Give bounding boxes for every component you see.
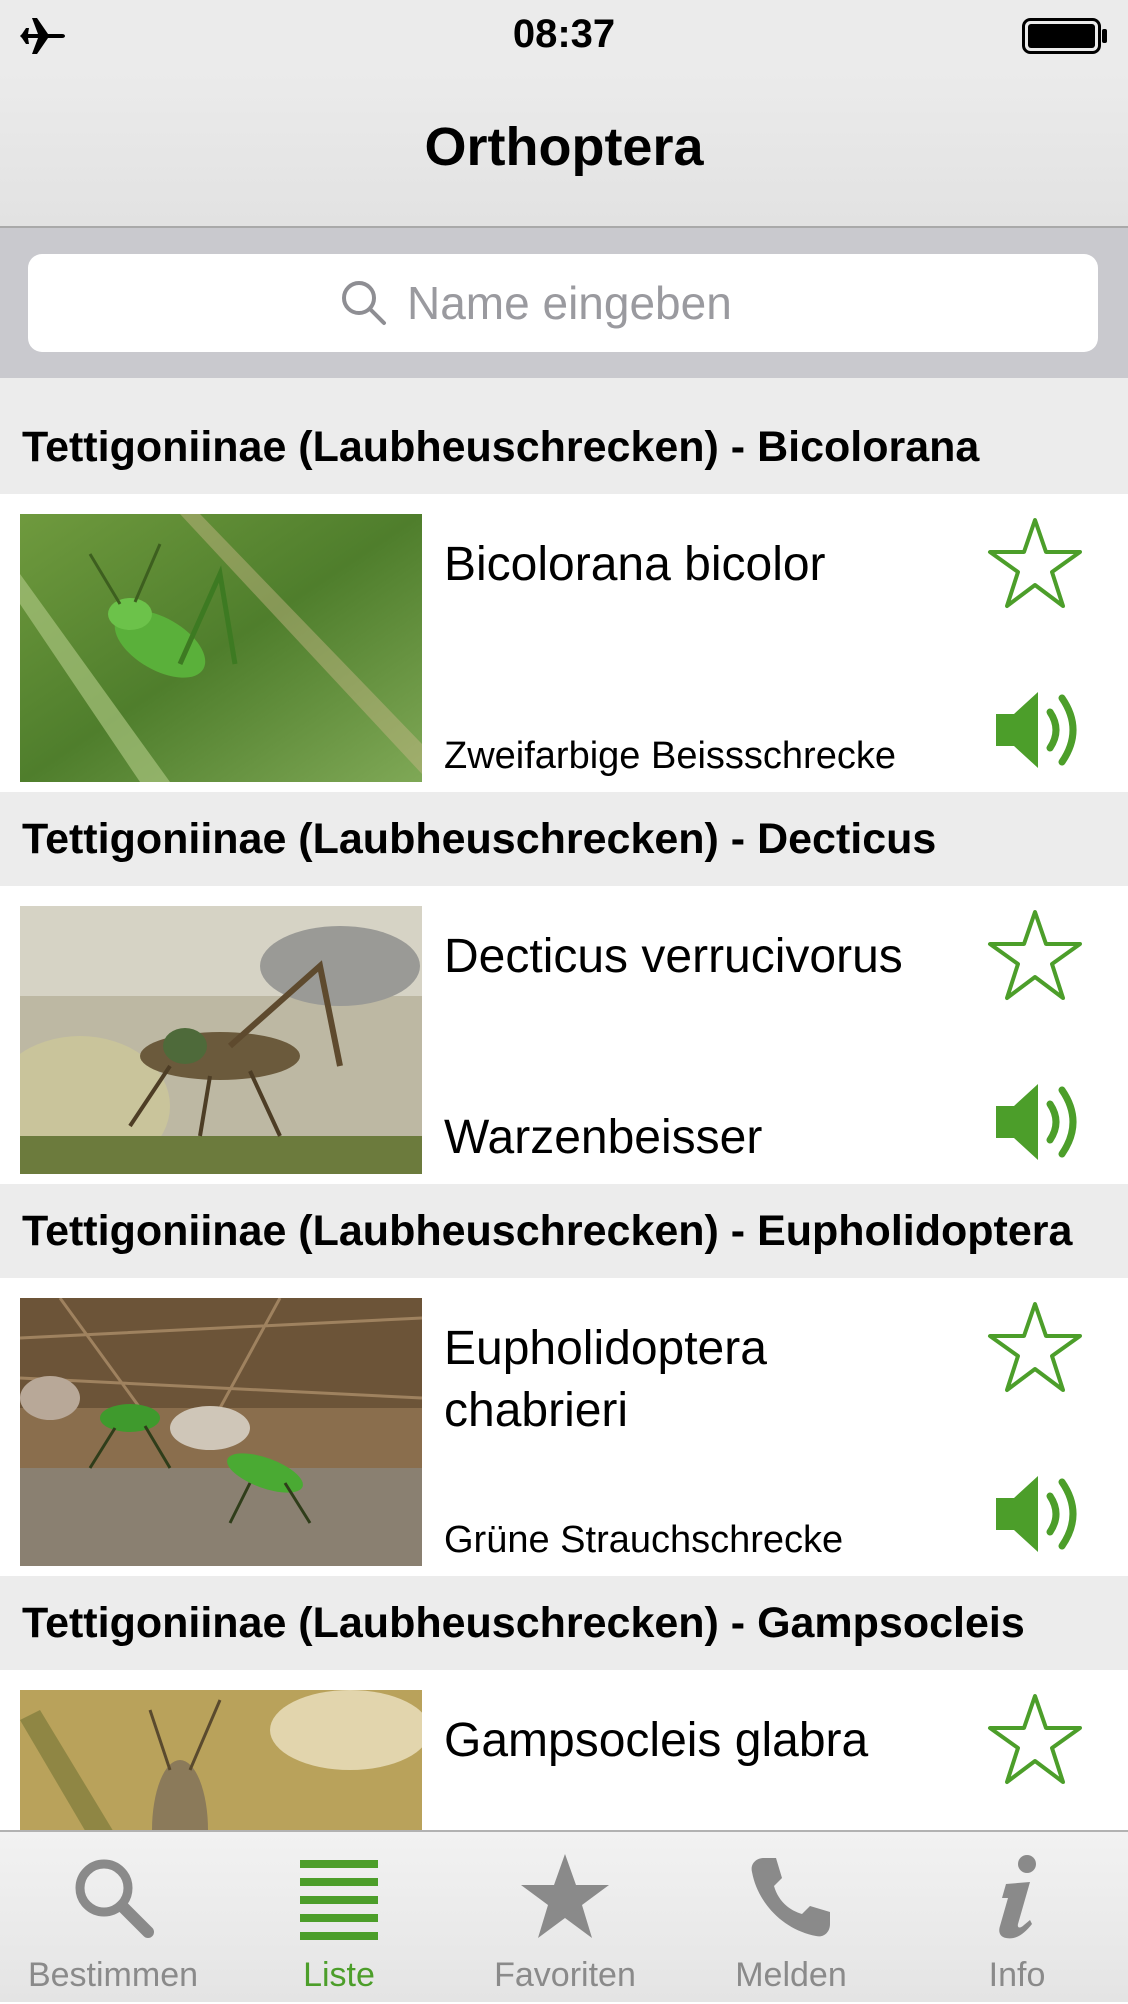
species-row[interactable]: Decticus verrucivorus Warzenbeisser	[0, 886, 1128, 1186]
search-input[interactable]	[407, 276, 787, 330]
star-icon	[521, 1854, 609, 1938]
species-photo	[20, 1298, 422, 1566]
tab-label: Melden	[735, 1956, 847, 1994]
section-header: Tettigoniinae (Laubheuschrecken) - Decti…	[0, 792, 1128, 886]
common-name: Zweifarbige Beissschrecke	[444, 735, 896, 777]
status-time: 08:37	[512, 12, 616, 56]
species-photo	[20, 514, 422, 782]
favorite-star-icon[interactable]	[985, 1298, 1085, 1398]
scientific-name: Gampsocleis glabra	[444, 1714, 869, 1767]
search-field[interactable]	[28, 254, 1098, 352]
scientific-name: Eupholidoptera chabrieri	[444, 1322, 767, 1437]
tab-favoriten[interactable]: Favoriten	[452, 1832, 678, 2004]
common-name: Warzenbeisser	[444, 1111, 763, 1164]
species-row[interactable]: Eupholidoptera chabrieri Grüne Strauchsc…	[0, 1278, 1128, 1578]
tab-liste[interactable]: Liste	[226, 1832, 452, 2004]
play-sound-icon[interactable]	[990, 680, 1090, 780]
play-sound-icon[interactable]	[990, 1464, 1090, 1564]
tab-bestimmen[interactable]: Bestimmen	[0, 1832, 226, 2004]
species-photo	[20, 906, 422, 1174]
tab-melden[interactable]: Melden	[678, 1832, 904, 2004]
phone-icon	[751, 1858, 830, 1937]
list-icon	[300, 1860, 378, 1940]
section-header: Tettigoniinae (Laubheuschrecken) - Eupho…	[0, 1184, 1128, 1278]
species-row[interactable]: Bicolorana bicolor Zweifarbige Beissschr…	[0, 494, 1128, 794]
play-sound-icon[interactable]	[990, 1072, 1090, 1172]
tab-label: Liste	[303, 1956, 375, 1994]
search-bar	[0, 228, 1128, 378]
species-list[interactable]: Tettigoniinae (Laubheuschrecken) - Bicol…	[0, 378, 1128, 1830]
scientific-name: Decticus verrucivorus	[444, 930, 903, 983]
battery-icon	[1022, 18, 1107, 54]
species-photo	[20, 1690, 422, 1830]
common-name: Grüne Strauchschrecke	[444, 1519, 844, 1561]
favorite-star-icon[interactable]	[985, 1690, 1085, 1790]
search-icon	[342, 281, 386, 325]
section-header-partial	[0, 378, 1128, 400]
info-icon	[999, 1855, 1036, 1939]
favorite-star-icon[interactable]	[985, 906, 1085, 1006]
tab-label: Info	[988, 1956, 1046, 1994]
status-bar: 08:37	[0, 0, 1128, 72]
scientific-name: Bicolorana bicolor	[444, 538, 826, 591]
page-title: Orthoptera	[424, 117, 704, 177]
section-header: Tettigoniinae (Laubheuschrecken) - Bicol…	[0, 400, 1128, 494]
species-row[interactable]: Gampsocleis glabra	[0, 1670, 1128, 1830]
tab-bar: Bestimmen Liste Favoriten Melden Info	[0, 1830, 1128, 2002]
section-header: Tettigoniinae (Laubheuschrecken) - Gamps…	[0, 1576, 1128, 1670]
tab-label: Favoriten	[494, 1956, 636, 1994]
favorite-star-icon[interactable]	[985, 514, 1085, 614]
search-icon	[75, 1859, 154, 1938]
navigation-bar: Orthoptera	[0, 72, 1128, 228]
tab-label: Bestimmen	[27, 1956, 199, 1994]
tab-info[interactable]: Info	[904, 1832, 1128, 2004]
